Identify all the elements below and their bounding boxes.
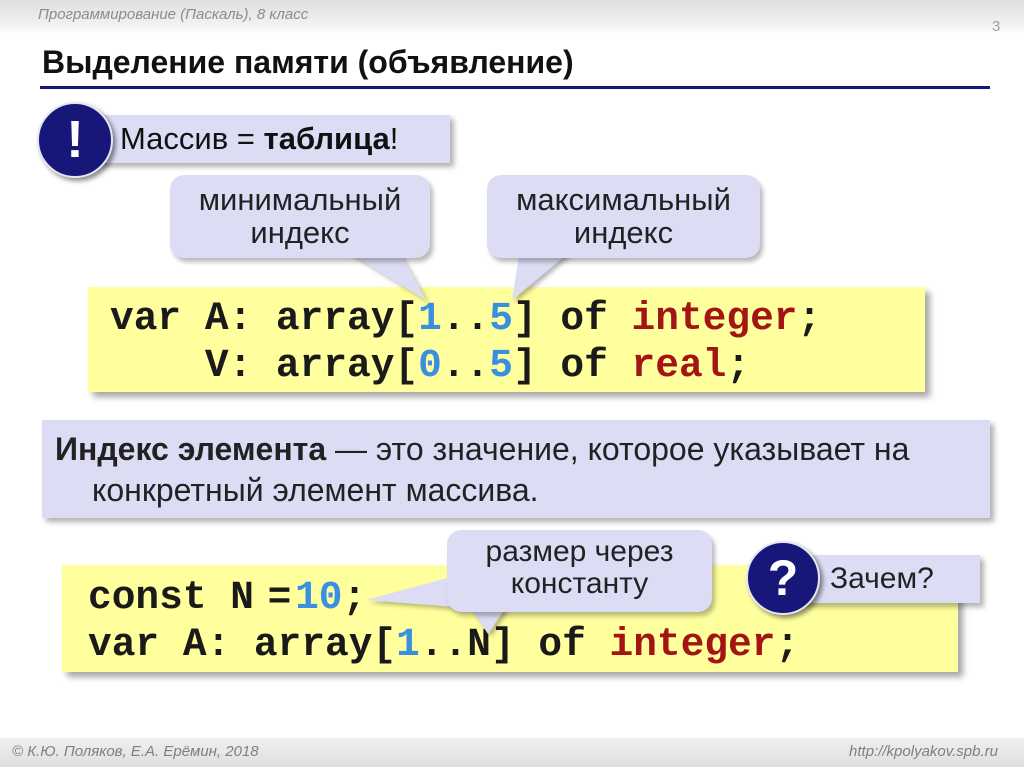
callout-line: максимальный (516, 182, 731, 217)
callout-line: константу (510, 567, 649, 600)
exclamation-glyph: ! (66, 111, 84, 169)
slide: Программирование (Паскаль), 8 класс 3 Вы… (0, 0, 1024, 767)
callout-line: индекс (573, 215, 674, 250)
question-glyph: ? (767, 550, 799, 606)
question-icon: ? (746, 541, 820, 615)
callout-min-index: минимальный индекс (170, 175, 430, 258)
callout-line: минимальный (198, 182, 402, 217)
question-box: Зачем? (800, 555, 980, 603)
note-box: Массив = таблица! (95, 115, 450, 163)
callout-size-via-constant: размер через константу (447, 530, 712, 612)
note-text: Массив = (120, 121, 264, 156)
callout-line: индекс (250, 215, 350, 250)
callout-line: размер через (485, 535, 674, 568)
note-text-end: ! (389, 121, 399, 156)
callout-max-index: максимальный индекс (487, 175, 760, 258)
note-emphasis: таблица (263, 121, 390, 156)
exclamation-icon: ! (37, 102, 113, 178)
